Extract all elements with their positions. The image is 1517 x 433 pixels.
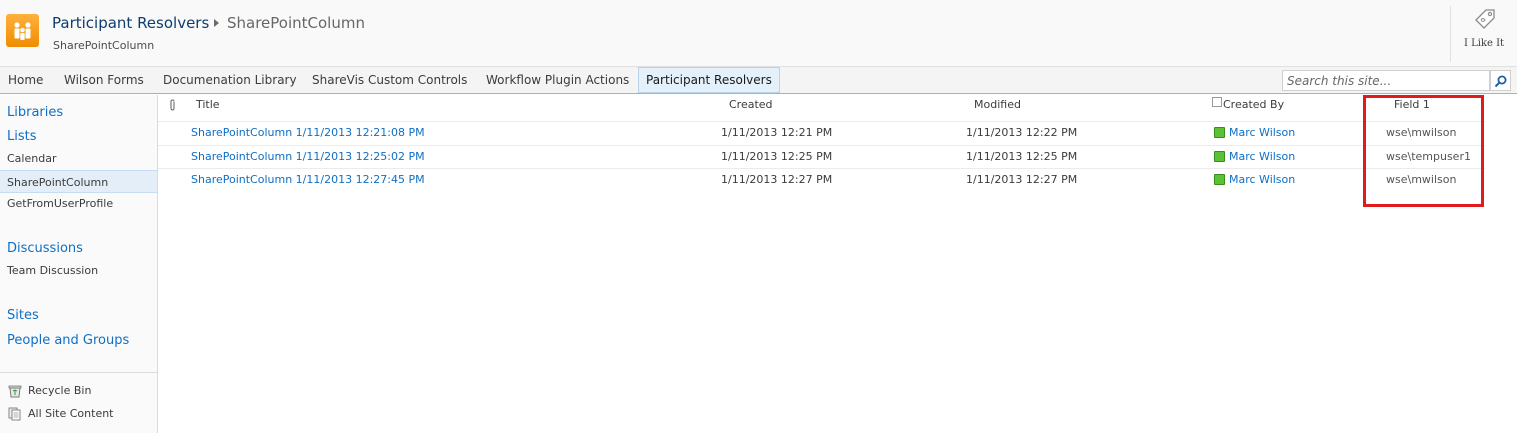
select-checkbox[interactable] (1212, 97, 1222, 107)
page-subtitle: SharePointColumn (53, 39, 155, 52)
quick-launch: Libraries Lists Calendar SharePointColum… (0, 95, 158, 433)
divider (1450, 6, 1451, 62)
field-1-highlight-box (1363, 95, 1484, 207)
quicklaunch-item-calendar[interactable]: Calendar (7, 152, 56, 165)
recycle-bin-icon (8, 385, 22, 398)
column-header-created-by[interactable]: Created By (1223, 98, 1284, 111)
modified-cell: 1/11/2013 12:22 PM (966, 126, 1078, 139)
quicklaunch-item-getfromuserprofile[interactable]: GetFromUserProfile (7, 197, 113, 210)
created-cell: 1/11/2013 12:25 PM (721, 150, 833, 163)
column-header-modified[interactable]: Modified (974, 98, 1021, 111)
created-by-link[interactable]: Marc Wilson (1229, 126, 1295, 139)
modified-cell: 1/11/2013 12:25 PM (966, 150, 1078, 163)
modified-cell: 1/11/2013 12:27 PM (966, 173, 1078, 186)
topnav-item-sharevis-custom-controls[interactable]: ShareVis Custom Controls (305, 67, 474, 93)
divider (0, 372, 157, 373)
quicklaunch-discussions[interactable]: Discussions (7, 241, 83, 256)
search-icon (1494, 75, 1507, 88)
table-row[interactable]: SharePointColumn 1/11/2013 12:25:02 PM 1… (158, 145, 1485, 168)
quicklaunch-item-sharepointcolumn[interactable]: SharePointColumn (0, 170, 157, 193)
topnav-item-participant-resolvers[interactable]: Participant Resolvers (638, 67, 780, 93)
created-cell: 1/11/2013 12:21 PM (721, 126, 833, 139)
quicklaunch-item-team-discussion[interactable]: Team Discussion (7, 264, 98, 277)
top-navigation: Home Wilson Forms Documenation Library S… (0, 67, 1517, 94)
quicklaunch-people-and-groups[interactable]: People and Groups (7, 333, 129, 348)
presence-icon[interactable] (1214, 151, 1225, 162)
i-like-it-label: I Like It (1463, 38, 1505, 49)
topnav-item-documenation-library[interactable]: Documenation Library (156, 67, 304, 93)
quicklaunch-lists[interactable]: Lists (7, 129, 37, 144)
item-title-link[interactable]: SharePointColumn 1/11/2013 12:25:02 PM (191, 150, 425, 163)
topnav-item-workflow-plugin-actions[interactable]: Workflow Plugin Actions (479, 67, 636, 93)
quicklaunch-libraries[interactable]: Libraries (7, 105, 63, 120)
list-view: Title Created Modified Created By Field … (158, 95, 1517, 433)
item-title-link[interactable]: SharePointColumn 1/11/2013 12:21:08 PM (191, 126, 425, 139)
breadcrumb-current-page: SharePointColumn (227, 14, 365, 32)
attachment-icon[interactable] (168, 99, 177, 111)
topnav-item-wilson-forms[interactable]: Wilson Forms (57, 67, 151, 93)
breadcrumb-arrow-icon (214, 19, 219, 27)
title-area: Participant Resolvers SharePointColumn S… (0, 0, 1517, 67)
created-by-link[interactable]: Marc Wilson (1229, 150, 1295, 163)
search-input[interactable] (1282, 70, 1490, 91)
tag-icon (1475, 9, 1495, 29)
search-button[interactable] (1490, 70, 1511, 91)
i-like-it-button[interactable]: I Like It (1456, 6, 1512, 56)
quicklaunch-sites[interactable]: Sites (7, 308, 39, 323)
presence-icon[interactable] (1214, 127, 1225, 138)
item-title-link[interactable]: SharePointColumn 1/11/2013 12:27:45 PM (191, 173, 425, 186)
created-cell: 1/11/2013 12:27 PM (721, 173, 833, 186)
created-by-link[interactable]: Marc Wilson (1229, 173, 1295, 186)
column-header-created[interactable]: Created (729, 98, 773, 111)
column-header-title[interactable]: Title (196, 98, 220, 111)
table-row[interactable]: SharePointColumn 1/11/2013 12:21:08 PM 1… (158, 121, 1485, 144)
all-site-content-label: All Site Content (28, 407, 114, 420)
site-title-link[interactable]: Participant Resolvers (52, 14, 209, 32)
table-row[interactable]: SharePointColumn 1/11/2013 12:27:45 PM 1… (158, 168, 1485, 191)
topnav-item-home[interactable]: Home (1, 67, 50, 93)
site-logo-icon[interactable] (6, 14, 39, 47)
recycle-bin-label: Recycle Bin (28, 384, 92, 397)
all-site-content-icon (8, 407, 21, 421)
presence-icon[interactable] (1214, 174, 1225, 185)
